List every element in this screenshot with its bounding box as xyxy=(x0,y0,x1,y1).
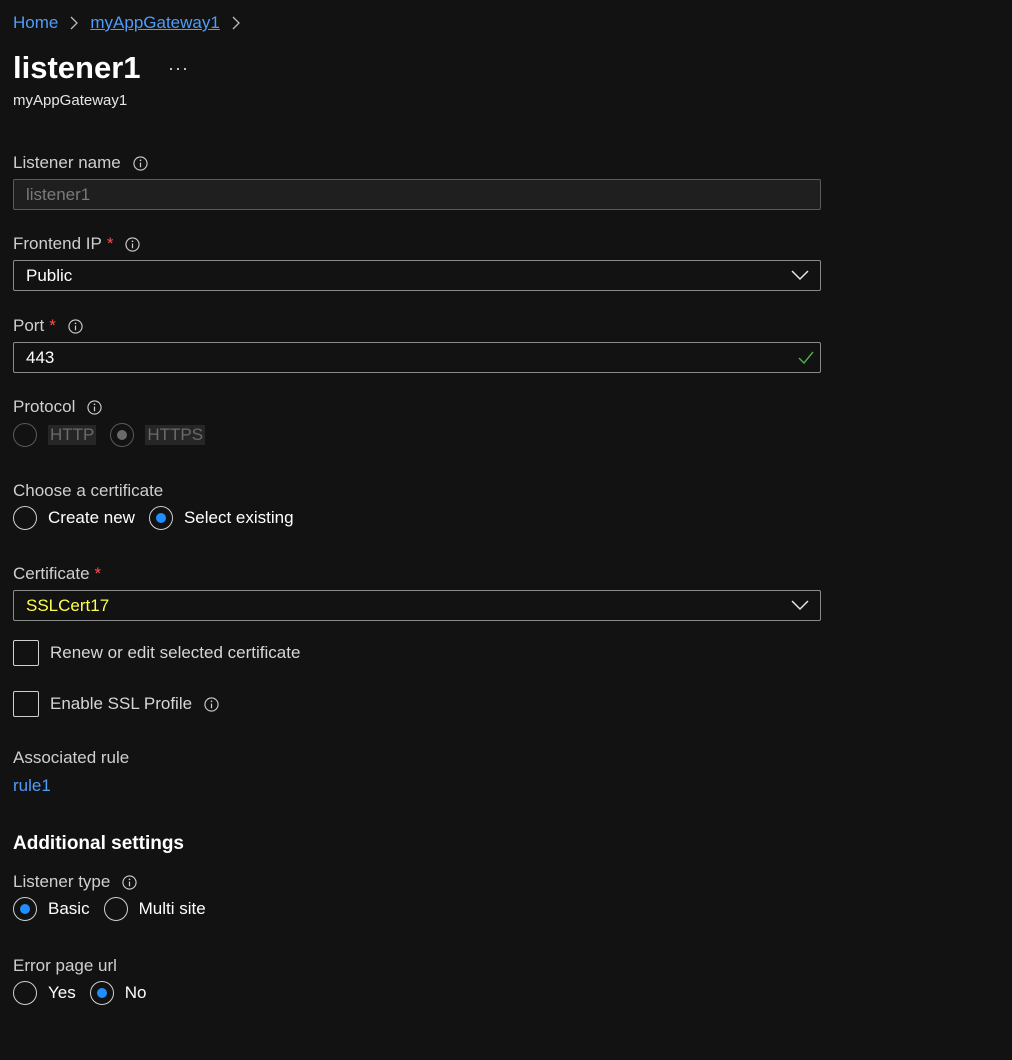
chevron-down-icon xyxy=(791,600,809,611)
renew-certificate-checkbox[interactable] xyxy=(13,640,39,666)
error-page-url-radio-group: Yes No xyxy=(13,981,160,1005)
port-value: 443 xyxy=(26,347,55,367)
associated-rule-link[interactable]: rule1 xyxy=(13,776,51,796)
error-page-url-label-text: Error page url xyxy=(13,956,117,975)
renew-certificate-checkbox-row[interactable]: Renew or edit selected certificate xyxy=(13,640,300,666)
info-icon[interactable] xyxy=(87,399,102,415)
protocol-label: Protocol xyxy=(13,397,102,417)
required-marker: * xyxy=(94,564,102,583)
certificate-label-text: Certificate xyxy=(13,564,90,583)
listener-type-label: Listener type xyxy=(13,872,137,892)
error-page-url-option-label: No xyxy=(124,983,147,1002)
certificate-option-create-new[interactable]: Create new xyxy=(13,506,135,530)
checkmark-icon xyxy=(798,351,814,364)
radio-button[interactable] xyxy=(13,506,37,530)
error-page-url-option-label: Yes xyxy=(48,983,76,1002)
choose-certificate-label-text: Choose a certificate xyxy=(13,481,164,500)
info-icon[interactable] xyxy=(68,318,83,334)
certificate-option-select-existing[interactable]: Select existing xyxy=(148,506,294,530)
error-page-url-label: Error page url xyxy=(13,956,117,976)
port-label-text: Port xyxy=(13,316,45,335)
info-icon[interactable] xyxy=(204,696,219,712)
listener-name-input[interactable]: listener1 xyxy=(13,179,821,210)
frontend-ip-value: Public xyxy=(26,265,73,285)
protocol-option-http[interactable]: HTTP xyxy=(13,423,97,447)
port-label: Port * xyxy=(13,316,83,336)
choose-certificate-label: Choose a certificate xyxy=(13,481,163,501)
enable-ssl-profile-checkbox[interactable] xyxy=(13,691,39,717)
breadcrumb-home-link[interactable]: Home xyxy=(13,13,58,33)
radio-button[interactable] xyxy=(103,897,128,921)
enable-ssl-profile-checkbox-row[interactable]: Enable SSL Profile xyxy=(13,691,219,717)
required-marker: * xyxy=(106,234,114,253)
renew-certificate-label: Renew or edit selected certificate xyxy=(50,643,301,662)
listener-name-label: Listener name xyxy=(13,153,148,173)
breadcrumb: Home myAppGateway1 xyxy=(13,13,252,33)
protocol-option-https[interactable]: HTTPS xyxy=(110,423,206,447)
protocol-option-label: HTTPS xyxy=(145,425,206,445)
info-icon[interactable] xyxy=(133,155,148,171)
chevron-down-icon xyxy=(791,270,809,281)
frontend-ip-label: Frontend IP * xyxy=(13,234,141,254)
associated-rule-label: Associated rule xyxy=(13,748,129,768)
error-page-url-option-yes[interactable]: Yes xyxy=(13,981,76,1005)
listener-type-option-label: Basic xyxy=(48,899,90,918)
protocol-option-label: HTTP xyxy=(48,425,97,445)
additional-settings-heading: Additional settings xyxy=(13,833,184,854)
frontend-ip-label-text: Frontend IP xyxy=(13,234,102,253)
breadcrumb-gateway-link[interactable]: myAppGateway1 xyxy=(90,13,219,33)
info-icon[interactable] xyxy=(125,236,141,252)
listener-type-option-basic[interactable]: Basic xyxy=(13,897,90,921)
protocol-label-text: Protocol xyxy=(13,397,76,416)
frontend-ip-dropdown[interactable]: Public xyxy=(13,260,821,291)
certificate-value: SSLCert17 xyxy=(26,595,110,615)
enable-ssl-profile-label: Enable SSL Profile xyxy=(50,694,193,713)
listener-type-radio-group: Basic Multi site xyxy=(13,897,220,921)
page-title: listener1 xyxy=(13,50,141,85)
radio-button[interactable] xyxy=(13,423,37,447)
listener-type-option-multi-site[interactable]: Multi site xyxy=(103,897,206,921)
certificate-label: Certificate * xyxy=(13,564,101,584)
listener-name-value: listener1 xyxy=(26,184,91,204)
chevron-right-icon xyxy=(70,16,79,30)
chevron-right-icon xyxy=(232,16,240,30)
radio-button[interactable] xyxy=(13,981,37,1005)
certificate-choice-radio-group: Create new Select existing xyxy=(13,506,308,530)
info-icon[interactable] xyxy=(122,874,137,890)
listener-type-label-text: Listener type xyxy=(13,872,111,891)
certificate-option-label: Create new xyxy=(48,508,135,527)
required-marker: * xyxy=(49,316,56,335)
radio-button[interactable] xyxy=(13,897,37,921)
radio-button[interactable] xyxy=(110,423,135,447)
listener-name-label-text: Listener name xyxy=(13,153,121,172)
page-subtitle: myAppGateway1 xyxy=(13,92,128,109)
certificate-dropdown[interactable]: SSLCert17 xyxy=(13,590,821,621)
listener-type-option-label: Multi site xyxy=(138,899,206,918)
radio-button[interactable] xyxy=(148,506,173,530)
protocol-radio-group: HTTP HTTPS xyxy=(13,423,219,447)
more-options-button[interactable]: ··· xyxy=(168,58,189,79)
port-input[interactable]: 443 xyxy=(13,342,821,373)
certificate-option-label: Select existing xyxy=(183,508,294,527)
error-page-url-option-no[interactable]: No xyxy=(89,981,147,1005)
radio-button[interactable] xyxy=(89,981,114,1005)
associated-rule-label-text: Associated rule xyxy=(13,748,130,767)
